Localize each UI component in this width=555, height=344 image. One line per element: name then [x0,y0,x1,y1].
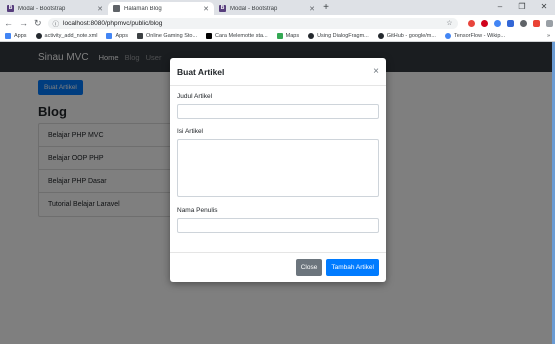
github-icon [308,33,315,39]
nama-penulis-label: Nama Penulis [177,207,218,214]
bookmark-item[interactable]: Cara Melemotte sta... [206,33,268,39]
extension-heart-icon[interactable] [532,19,540,27]
url-text[interactable]: localhost:8080/phpmvc/public/blog [63,20,162,27]
bookmark-star-icon[interactable]: ☆ [446,19,452,27]
github-icon [35,33,42,39]
info-icon[interactable]: ⓘ [53,18,60,28]
nama-penulis-input[interactable] [177,218,379,233]
modal-footer: Close Tambah Artikel [170,252,386,282]
maps-icon [276,33,283,39]
bookmark-item[interactable]: Maps [276,33,299,39]
bookmarks-bar: Apps activity_add_note.xml Apps Online G… [0,31,555,42]
google-icon [444,33,451,39]
judul-artikel-input[interactable] [177,104,379,119]
extension-opera-icon[interactable] [480,19,488,27]
maximize-button[interactable]: ❐ [511,0,533,15]
extension-puzzle-icon[interactable] [545,19,553,27]
tab-label: Modal - Bootstrap [230,5,278,12]
extension-c-icon[interactable] [493,19,501,27]
page-favicon-icon [113,5,120,12]
minimize-button[interactable]: – [489,0,511,15]
extension-grid-icon[interactable] [506,19,514,27]
forward-arrow-icon[interactable]: → [19,18,28,28]
bookmarks-more-button[interactable]: » [547,33,550,39]
extension-icons: ⋮ [467,19,555,28]
reload-icon[interactable]: ↻ [34,18,42,29]
bootstrap-favicon-icon: B [219,5,226,12]
back-arrow-icon[interactable]: ← [4,18,13,28]
add-article-button[interactable]: Tambah Artikel [326,259,379,276]
bookmark-item[interactable]: Apps [106,33,128,39]
new-tab-button[interactable]: + [320,2,332,15]
bookmark-item[interactable]: Using DialogFragm... [308,33,369,39]
tab-close-icon[interactable]: ✕ [309,5,315,13]
tab-close-icon[interactable]: ✕ [97,5,103,13]
gaming-icon [136,33,143,39]
apps-grid-icon [106,33,113,39]
judul-artikel-label: Judul Artikel [177,93,213,100]
address-bar[interactable]: ⓘ localhost:8080/phpmvc/public/blog ☆ [47,17,458,29]
browser-tab-modal-bootstrap-2[interactable]: B Modal - Bootstrap ✕ [214,2,320,15]
browser-tab-strip: B Modal - Bootstrap ✕ Halaman Blog ✕ B M… [0,0,555,15]
window-controls: – ❐ ✕ [489,0,555,15]
close-window-button[interactable]: ✕ [533,0,555,15]
tab-close-icon[interactable]: ✕ [203,5,209,13]
extension-dot-icon[interactable] [519,19,527,27]
modal-title: Buat Artikel [177,66,225,77]
close-icon[interactable]: × [373,66,379,77]
github-icon [377,33,384,39]
modal-header: Buat Artikel × [170,58,386,86]
browser-tab-modal-bootstrap-1[interactable]: B Modal - Bootstrap ✕ [2,2,108,15]
bookmark-item[interactable]: TensorFlow - Wikip... [444,33,505,39]
page-icon [206,33,213,39]
apps-grid-icon [5,33,11,39]
bookmark-item[interactable]: activity_add_note.xml [35,33,97,39]
tab-label: Modal - Bootstrap [18,5,66,12]
close-button[interactable]: Close [295,259,323,276]
browser-tab-halaman-blog[interactable]: Halaman Blog ✕ [108,2,214,15]
bookmark-item[interactable]: Apps [5,33,27,39]
bootstrap-favicon-icon: B [7,5,14,12]
extension-shield-icon[interactable] [467,19,475,27]
web-page: Sinau MVC Home Blog User Buat Artikel Bl… [0,42,555,344]
create-article-modal: Buat Artikel × Judul Artikel Isi Artikel… [170,58,386,282]
modal-body: Judul Artikel Isi Artikel Nama Penulis [170,86,386,242]
browser-toolbar: ← → ↻ ⓘ localhost:8080/phpmvc/public/blo… [0,15,555,31]
bookmark-item[interactable]: Online Gaming Sto... [136,33,197,39]
bookmark-item[interactable]: GitHub - google/m... [377,33,436,39]
tab-label: Halaman Blog [124,5,162,12]
isi-artikel-textarea[interactable] [177,139,379,197]
isi-artikel-label: Isi Artikel [177,128,204,135]
